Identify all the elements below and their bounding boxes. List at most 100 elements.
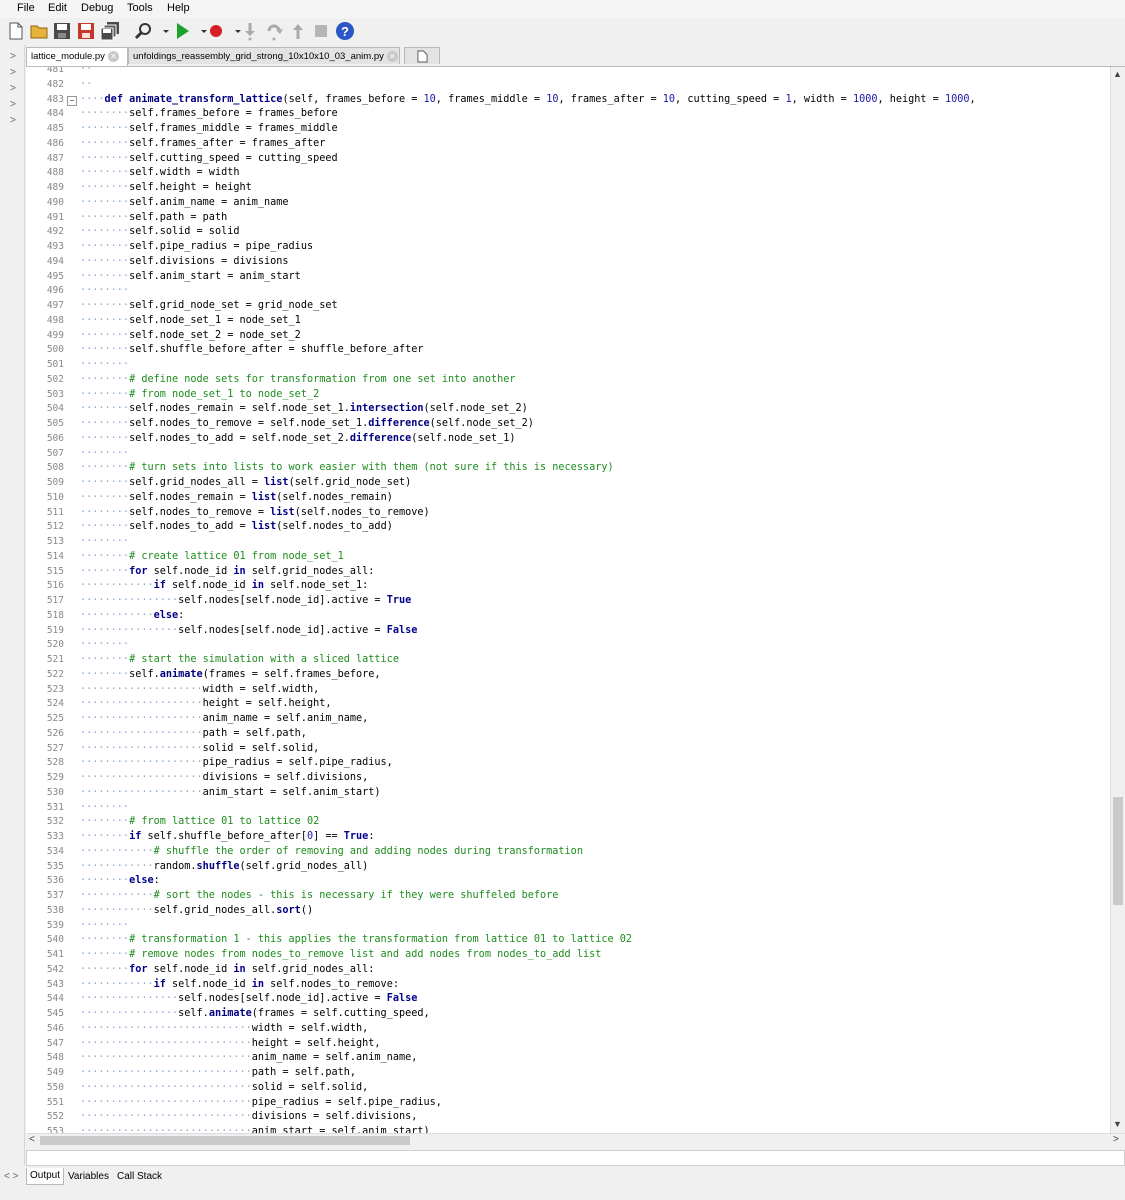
code-line[interactable]: 510 ········self.nodes_remain = list(self… xyxy=(26,491,1111,506)
scroll-right-icon[interactable]: > xyxy=(1113,1134,1119,1145)
code-line[interactable]: 515 ········for self.node_id in self.grid… xyxy=(26,565,1111,580)
code-line[interactable]: 508 ········# turn sets into lists to wor… xyxy=(26,461,1111,476)
save-as-icon[interactable] xyxy=(76,21,96,41)
code-line[interactable]: 542 ········for self.node_id in self.grid… xyxy=(26,963,1111,978)
menu-tools[interactable]: Tools xyxy=(127,2,153,14)
chevron-left-right-icon[interactable]: < > xyxy=(4,1171,18,1182)
tab-call-stack[interactable]: Call Stack xyxy=(113,1168,166,1186)
help-icon[interactable]: ? xyxy=(335,21,355,41)
code-line[interactable]: 526 ····················path = self.path, xyxy=(26,727,1111,742)
output-panel[interactable] xyxy=(26,1150,1125,1166)
code-line[interactable]: 491 ········self.path = path xyxy=(26,211,1111,226)
code-line[interactable]: 549 ····························path = se… xyxy=(26,1066,1111,1081)
save-icon[interactable] xyxy=(52,21,72,41)
scroll-down-icon[interactable]: ▼ xyxy=(1113,1119,1122,1129)
code-line[interactable]: 533 ········if self.shuffle_before_after[… xyxy=(26,830,1111,845)
scroll-thumb[interactable] xyxy=(40,1136,410,1145)
menu-help[interactable]: Help xyxy=(167,2,190,14)
code-line[interactable]: 507 ········ xyxy=(26,447,1111,462)
code-line[interactable]: 546 ····························width = s… xyxy=(26,1022,1111,1037)
code-line[interactable]: 483− ····def animate_transform_lattice(se… xyxy=(26,93,1111,108)
code-line[interactable]: 489 ········self.height = height xyxy=(26,181,1111,196)
code-line[interactable]: 522 ········self.animate(frames = self.fr… xyxy=(26,668,1111,683)
code-line[interactable]: 523 ····················width = self.widt… xyxy=(26,683,1111,698)
chevron-right-icon[interactable]: > xyxy=(10,67,16,78)
code-line[interactable]: 493 ········self.pipe_radius = pipe_radiu… xyxy=(26,240,1111,255)
code-line[interactable]: 486 ········self.frames_after = frames_af… xyxy=(26,137,1111,152)
code-line[interactable]: 548 ····························anim_name… xyxy=(26,1051,1111,1066)
code-line[interactable]: 543 ············if self.node_id in self.n… xyxy=(26,978,1111,993)
code-line[interactable]: 500 ········self.shuffle_before_after = s… xyxy=(26,343,1111,358)
code-line[interactable]: 520 ········ xyxy=(26,638,1111,653)
code-line[interactable]: 516 ············if self.node_id in self.n… xyxy=(26,579,1111,594)
code-line[interactable]: 521 ········# start the simulation with a… xyxy=(26,653,1111,668)
code-line[interactable]: 499 ········self.node_set_2 = node_set_2 xyxy=(26,329,1111,344)
chevron-right-icon[interactable]: > xyxy=(10,115,16,126)
new-file-icon[interactable] xyxy=(6,21,26,41)
code-line[interactable]: 538 ············self.grid_nodes_all.sort(… xyxy=(26,904,1111,919)
code-line[interactable]: 482 ·· xyxy=(26,78,1111,93)
find-icon[interactable] xyxy=(134,21,154,41)
open-folder-icon[interactable] xyxy=(29,21,49,41)
code-line[interactable]: 525 ····················anim_name = self.… xyxy=(26,712,1111,727)
menu-edit[interactable]: Edit xyxy=(48,2,67,14)
code-line[interactable]: 550 ····························solid = s… xyxy=(26,1081,1111,1096)
chevron-right-icon[interactable]: > xyxy=(10,83,16,94)
code-line[interactable]: 544 ················self.nodes[self.node_… xyxy=(26,992,1111,1007)
code-editor[interactable]: 481 ·· 482 ·· 483− ····def animate_transform_… xyxy=(26,66,1125,1134)
stop-icon[interactable] xyxy=(311,21,331,41)
new-tab-button[interactable] xyxy=(404,47,440,64)
menu-file[interactable]: File xyxy=(17,2,35,14)
code-line[interactable]: 506 ········self.nodes_to_add = self.node… xyxy=(26,432,1111,447)
code-line[interactable]: 547 ····························height = … xyxy=(26,1037,1111,1052)
horizontal-scrollbar[interactable]: < > xyxy=(26,1133,1125,1147)
close-icon[interactable]: ✕ xyxy=(107,50,119,62)
step-over-icon[interactable] xyxy=(264,21,284,41)
chevron-right-icon[interactable]: > xyxy=(10,99,16,110)
code-line[interactable]: 503 ········# from node_set_1 to node_set… xyxy=(26,388,1111,403)
tab-variables[interactable]: Variables xyxy=(64,1168,113,1186)
code-line[interactable]: 519 ················self.nodes[self.node_… xyxy=(26,624,1111,639)
code-line[interactable]: 531 ········ xyxy=(26,801,1111,816)
code-line[interactable]: 524 ····················height = self.hei… xyxy=(26,697,1111,712)
vertical-scrollbar[interactable]: ▲ ▼ xyxy=(1110,67,1125,1134)
code-line[interactable]: 532 ········# from lattice 01 to lattice … xyxy=(26,815,1111,830)
close-icon[interactable]: ✕ xyxy=(386,50,398,62)
code-line[interactable]: 537 ············# sort the nodes - this i… xyxy=(26,889,1111,904)
code-line[interactable]: 502 ········# define node sets for transf… xyxy=(26,373,1111,388)
code-line[interactable]: 541 ········# remove nodes from nodes_to_… xyxy=(26,948,1111,963)
code-line[interactable]: 504 ········self.nodes_remain = self.node… xyxy=(26,402,1111,417)
code-line[interactable]: 535 ············random.shuffle(self.grid_… xyxy=(26,860,1111,875)
code-line[interactable]: 530 ····················anim_start = self… xyxy=(26,786,1111,801)
code-line[interactable]: 539 ········ xyxy=(26,919,1111,934)
chevron-down-icon[interactable] xyxy=(156,21,169,41)
chevron-down-icon[interactable] xyxy=(194,21,207,41)
code-line[interactable]: 509 ········self.grid_nodes_all = list(se… xyxy=(26,476,1111,491)
code-line[interactable]: 552 ····························divisions… xyxy=(26,1110,1111,1125)
code-line[interactable]: 484 ········self.frames_before = frames_b… xyxy=(26,107,1111,122)
code-line[interactable]: 511 ········self.nodes_to_remove = list(s… xyxy=(26,506,1111,521)
code-line[interactable]: 490 ········self.anim_name = anim_name xyxy=(26,196,1111,211)
scroll-up-icon[interactable]: ▲ xyxy=(1113,69,1122,79)
code-line[interactable]: 481 ·· xyxy=(26,67,1111,78)
code-line[interactable]: 517 ················self.nodes[self.node_… xyxy=(26,594,1111,609)
code-line[interactable]: 536 ········else: xyxy=(26,874,1111,889)
code-line[interactable]: 505 ········self.nodes_to_remove = self.n… xyxy=(26,417,1111,432)
scroll-thumb[interactable] xyxy=(1113,797,1123,905)
menu-debug[interactable]: Debug xyxy=(81,2,113,14)
code-line[interactable]: 513 ········ xyxy=(26,535,1111,550)
code-line[interactable]: 527 ····················solid = self.soli… xyxy=(26,742,1111,757)
code-line[interactable]: 498 ········self.node_set_1 = node_set_1 xyxy=(26,314,1111,329)
code-line[interactable]: 514 ········# create lattice 01 from node… xyxy=(26,550,1111,565)
tab-lattice-module[interactable]: lattice_module.py ✕ xyxy=(26,47,128,66)
chevron-right-icon[interactable]: > xyxy=(10,51,16,62)
code-line[interactable]: 496 ········ xyxy=(26,284,1111,299)
code-line[interactable]: 540 ········# transformation 1 - this app… xyxy=(26,933,1111,948)
code-line[interactable]: 545 ················self.animate(frames =… xyxy=(26,1007,1111,1022)
code-line[interactable]: 528 ····················pipe_radius = sel… xyxy=(26,756,1111,771)
run-icon[interactable] xyxy=(172,21,192,41)
code-line[interactable]: 492 ········self.solid = solid xyxy=(26,225,1111,240)
tab-output[interactable]: Output xyxy=(26,1168,65,1185)
tab-unfoldings-reassembly[interactable]: unfoldings_reassembly_grid_strong_10x10x… xyxy=(128,47,400,64)
code-line[interactable]: 518 ············else: xyxy=(26,609,1111,624)
